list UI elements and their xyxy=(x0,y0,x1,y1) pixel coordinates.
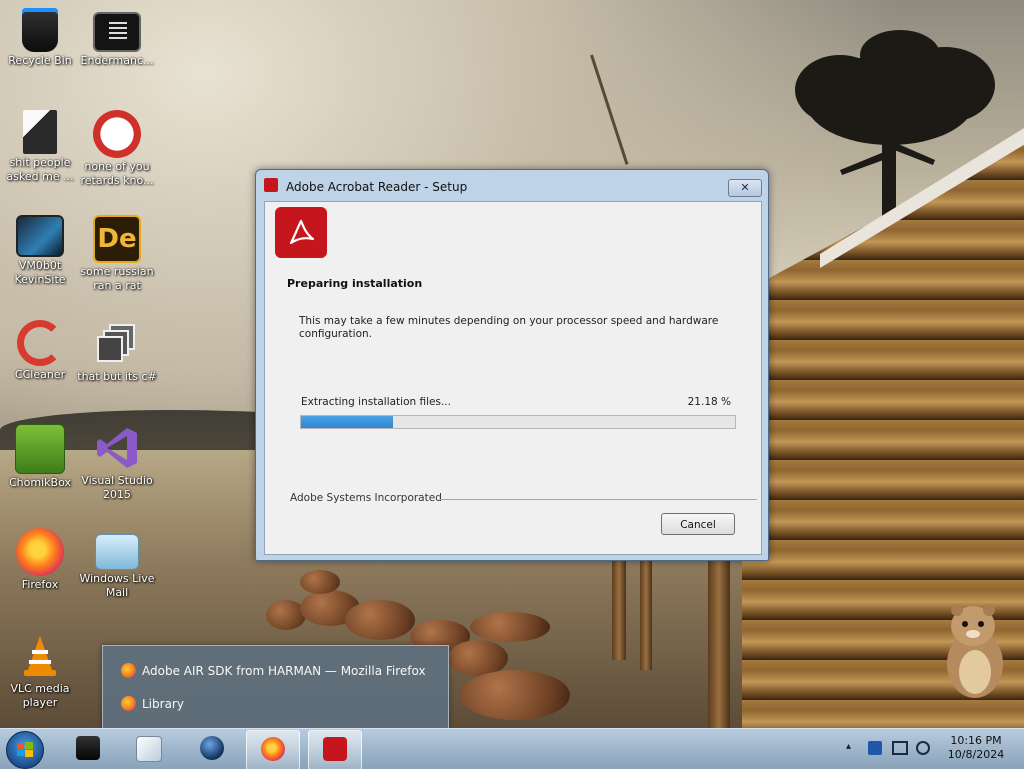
desktop-icon-vlc[interactable]: VLC media player xyxy=(0,632,80,710)
acrobat-icon xyxy=(264,178,278,192)
desktop-icon-recycle-bin[interactable]: Recycle Bin xyxy=(0,8,80,68)
dialog-heading: Preparing installation xyxy=(287,277,423,290)
status-text: Extracting installation files... xyxy=(301,396,451,408)
taskbar-firefox[interactable] xyxy=(246,730,300,770)
cancel-button[interactable]: Cancel xyxy=(661,513,735,535)
taskbar: ▴ 10:16 PM 10/8/2024 xyxy=(0,728,1024,770)
globe-icon xyxy=(200,736,224,760)
chomikbox-icon xyxy=(15,424,65,474)
rock xyxy=(470,612,550,642)
fence-post xyxy=(640,560,652,670)
desktop-icon-label: CCleaner xyxy=(14,368,66,381)
close-button[interactable]: ✕ xyxy=(728,179,762,197)
popup-item-label: Library xyxy=(142,696,184,711)
vlc-cone-shape xyxy=(24,636,56,676)
taskbar-acrobat[interactable] xyxy=(308,730,362,770)
acrobat-logo-icon xyxy=(275,207,327,258)
taskbar-media-player[interactable] xyxy=(122,730,174,768)
de-icon: De xyxy=(93,215,141,263)
ccleaner-icon xyxy=(17,320,63,366)
fence-post xyxy=(612,560,626,660)
desktop-icon-app[interactable]: none of you retards kno... xyxy=(77,110,157,188)
dialog-content: Preparing installation This may take a f… xyxy=(264,201,762,555)
monitor-tray-icon[interactable] xyxy=(892,741,908,755)
rock xyxy=(300,570,340,594)
desktop-icon-ccleaner[interactable]: CCleaner xyxy=(0,320,80,382)
fence-post xyxy=(708,560,730,728)
company-label: Adobe Systems Incorporated xyxy=(290,492,442,504)
firefox-icon xyxy=(121,696,136,711)
progress-fill xyxy=(301,416,393,428)
popup-item-library[interactable]: Library xyxy=(121,696,184,711)
taskbar-globe[interactable] xyxy=(186,730,238,768)
desktop-icon-label: none of you retards kno... xyxy=(80,160,154,187)
recycle-bin-icon xyxy=(22,8,58,52)
rock xyxy=(460,670,570,720)
media-player-icon xyxy=(136,736,162,762)
hamster-figure xyxy=(947,604,1003,698)
show-hidden-icons-chevron[interactable]: ▴ xyxy=(846,741,860,755)
stack-window-front xyxy=(97,336,123,362)
progress-bar xyxy=(300,415,736,429)
fishing-pole xyxy=(590,54,629,165)
firefox-icon xyxy=(261,737,285,761)
desktop-icon-label: ChomikBox xyxy=(9,476,71,489)
desktop-icon-label: VLC media player xyxy=(10,682,70,709)
desktop-icon-de[interactable]: De some russian ran a rat xyxy=(77,215,157,293)
clock-time: 10:16 PM xyxy=(950,734,1002,747)
firefox-icon xyxy=(121,663,136,678)
acrobat-logo-shape xyxy=(289,219,315,245)
dialog-title: Adobe Acrobat Reader - Setup xyxy=(286,180,468,194)
start-button[interactable] xyxy=(6,731,44,769)
desktop-icon-chomikbox[interactable]: ChomikBox xyxy=(0,424,80,490)
setup-dialog: Adobe Acrobat Reader - Setup ✕ Preparing… xyxy=(255,169,769,561)
shortcut-icon xyxy=(93,12,141,52)
text-lines-icon xyxy=(109,22,127,42)
visual-studio-icon xyxy=(93,424,141,472)
dialog-titlebar[interactable]: Adobe Acrobat Reader - Setup ✕ xyxy=(256,170,768,198)
vs-logo-shape xyxy=(97,428,137,468)
desktop-icon-label: VM0b0t KevinSite xyxy=(14,259,66,286)
desktop-icon-firefox[interactable]: Firefox xyxy=(0,528,80,592)
mail-icon xyxy=(95,534,139,570)
dialog-description: This may take a few minutes depending on… xyxy=(299,315,719,340)
popup-item-label: Adobe AIR SDK from HARMAN — Mozilla Fire… xyxy=(142,663,426,678)
taskbar-thumbnail-popup: Adobe AIR SDK from HARMAN — Mozilla Fire… xyxy=(102,645,449,729)
desktop-icon-label: shit people asked me ... xyxy=(6,156,74,183)
desktop-icon-that-but-its-c[interactable]: that but its c# xyxy=(77,320,157,384)
percent-text: 21.18 % xyxy=(687,396,731,408)
firefox-icon xyxy=(16,528,64,576)
desktop-icon-windows-live-mail[interactable]: Windows Live Mail xyxy=(77,528,157,600)
volume-icon[interactable] xyxy=(916,741,930,755)
monitor-icon xyxy=(16,215,64,257)
desktop-icon-label: some russian ran a rat xyxy=(80,265,154,292)
rock xyxy=(345,600,415,640)
desktop-icon-label: that but its c# xyxy=(77,370,157,383)
desktop-icon-endermanch[interactable]: Endermanc... xyxy=(77,8,157,68)
terminal-icon xyxy=(76,736,100,760)
vlc-icon xyxy=(16,632,64,680)
desktop-icon-visual-studio[interactable]: Visual Studio 2015 xyxy=(77,424,157,502)
popup-item-firefox-window[interactable]: Adobe AIR SDK from HARMAN — Mozilla Fire… xyxy=(121,663,426,678)
network-icon[interactable] xyxy=(868,741,882,755)
desktop-icon-label: Recycle Bin xyxy=(8,54,72,67)
folder-icon xyxy=(23,110,57,154)
acrobat-icon xyxy=(323,737,347,761)
desktop-icon-label: Endermanc... xyxy=(80,54,154,67)
desktop-icon-folder[interactable]: shit people asked me ... xyxy=(0,110,80,184)
taskbar-terminal[interactable] xyxy=(62,730,114,768)
app-icon xyxy=(93,110,141,158)
desktop-icon-vm0b0t[interactable]: VM0b0t KevinSite xyxy=(0,215,80,287)
desktop-icon-label: Windows Live Mail xyxy=(79,572,155,599)
windows-stack-icon xyxy=(93,320,141,368)
desktop-icon-label: Visual Studio 2015 xyxy=(81,474,153,501)
clock[interactable]: 10:16 PM 10/8/2024 xyxy=(940,734,1012,762)
separator-line xyxy=(439,499,757,500)
desktop-icon-label: Firefox xyxy=(21,578,59,591)
clock-date: 10/8/2024 xyxy=(947,748,1005,761)
windows-logo-icon xyxy=(17,742,33,757)
